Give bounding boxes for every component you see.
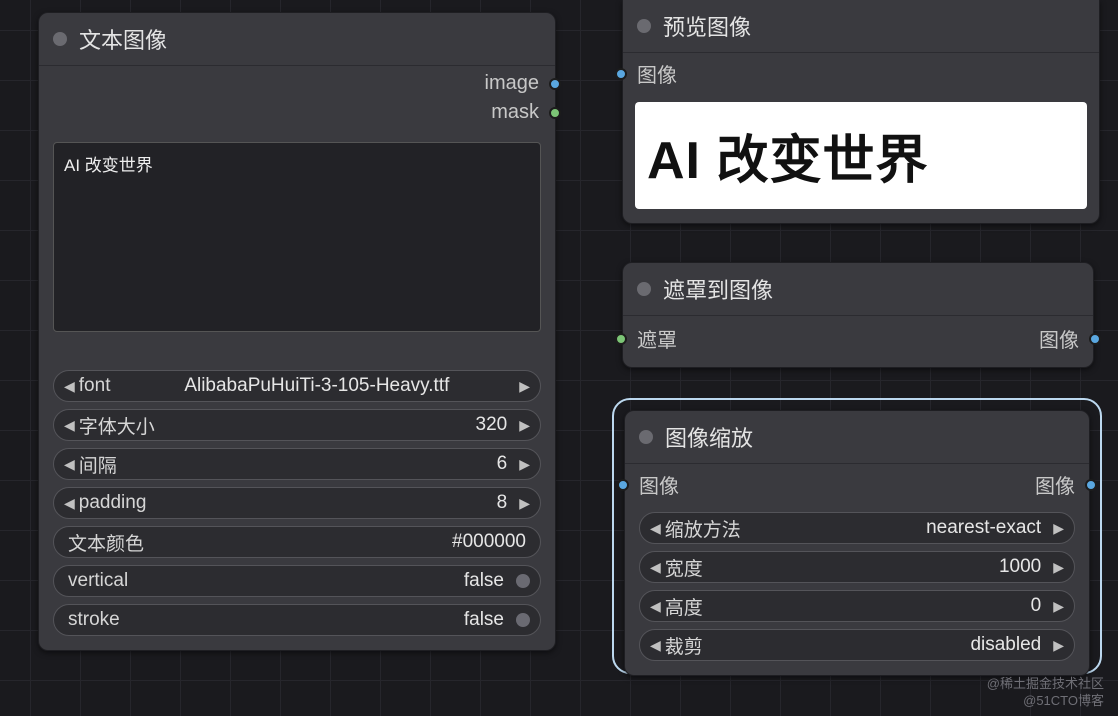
chevron-right-icon[interactable]: ▶ (519, 378, 530, 395)
chevron-left-icon[interactable]: ◀ (650, 598, 661, 615)
widget-value: false (464, 609, 504, 631)
chevron-right-icon[interactable]: ▶ (519, 495, 530, 512)
preview-rendered-image: AI 改变世界 (635, 102, 1087, 209)
widget-scale-method[interactable]: ◀ 缩放方法 nearest-exact ▶ (639, 512, 1075, 544)
output-ports: image mask (39, 66, 555, 134)
chevron-right-icon[interactable]: ▶ (1053, 637, 1064, 654)
toggle-icon[interactable] (516, 574, 530, 588)
chevron-left-icon[interactable]: ◀ (64, 495, 75, 512)
port-image-out[interactable] (1085, 479, 1097, 491)
chevron-left-icon[interactable]: ◀ (64, 417, 75, 434)
widget-label: 裁剪 (665, 632, 703, 659)
widget-stroke[interactable]: stroke false (53, 604, 541, 636)
node-header[interactable]: 图像缩放 (625, 411, 1089, 464)
widget-label: 缩放方法 (665, 515, 741, 542)
widget-label: stroke (68, 609, 120, 631)
widget-label: font (79, 375, 111, 397)
widget-value: 1000 (999, 556, 1041, 578)
port-image-in[interactable] (615, 68, 627, 80)
widget-crop[interactable]: ◀ 裁剪 disabled ▶ (639, 629, 1075, 661)
collapse-dot-icon[interactable] (639, 430, 653, 444)
node-text-image[interactable]: 文本图像 image mask ◀ font AlibabaPuHuiTi-3-… (38, 12, 556, 651)
widget-text-color[interactable]: 文本颜色 #000000 (53, 526, 541, 558)
widget-vertical[interactable]: vertical false (53, 565, 541, 597)
widget-font-size[interactable]: ◀ 字体大小 320 ▶ (53, 409, 541, 441)
watermark: @稀土掘金技术社区 @51CTO博客 (987, 676, 1104, 710)
widget-label: 字体大小 (79, 412, 155, 439)
widget-label: vertical (68, 570, 128, 592)
widget-value: 8 (497, 492, 508, 514)
widget-label: padding (79, 492, 147, 514)
widget-height[interactable]: ◀ 高度 0 ▶ (639, 590, 1075, 622)
chevron-right-icon[interactable]: ▶ (519, 456, 530, 473)
collapse-dot-icon[interactable] (53, 32, 67, 46)
node-title: 预览图像 (663, 10, 751, 42)
chevron-right-icon[interactable]: ▶ (1053, 598, 1064, 615)
node-header[interactable]: 遮罩到图像 (623, 263, 1093, 316)
port-mask-in[interactable] (615, 333, 627, 345)
widget-value: 6 (497, 453, 508, 475)
widget-value: disabled (970, 634, 1041, 656)
widget-padding[interactable]: ◀ padding 8 ▶ (53, 487, 541, 519)
widget-value: #000000 (452, 531, 526, 553)
node-title: 遮罩到图像 (663, 273, 773, 305)
node-title: 图像缩放 (665, 421, 753, 453)
widget-value: false (464, 570, 504, 592)
collapse-dot-icon[interactable] (637, 282, 651, 296)
widget-gap[interactable]: ◀ 间隔 6 ▶ (53, 448, 541, 480)
widget-value: nearest-exact (926, 517, 1041, 539)
port-image-out[interactable] (549, 78, 561, 90)
input-label: 图像 (639, 470, 679, 499)
chevron-left-icon[interactable]: ◀ (650, 559, 661, 576)
node-image-scale[interactable]: 图像缩放 图像 图像 ◀ 缩放方法 nearest-exact ▶ ◀ 宽度 1… (624, 410, 1090, 676)
node-header[interactable]: 预览图像 (623, 0, 1099, 53)
widget-width[interactable]: ◀ 宽度 1000 ▶ (639, 551, 1075, 583)
node-preview-image[interactable]: 预览图像 图像 AI 改变世界 (622, 0, 1100, 224)
output-label-mask: mask (491, 101, 539, 124)
widget-label: 文本颜色 (68, 529, 144, 556)
output-label-image: image (485, 72, 539, 95)
port-image-out[interactable] (1089, 333, 1101, 345)
chevron-right-icon[interactable]: ▶ (519, 417, 530, 434)
port-image-in[interactable] (617, 479, 629, 491)
widget-value: 320 (476, 414, 508, 436)
node-body: ◀ font AlibabaPuHuiTi-3-105-Heavy.ttf ▶ … (39, 134, 555, 650)
chevron-left-icon[interactable]: ◀ (650, 520, 661, 537)
chevron-right-icon[interactable]: ▶ (1053, 520, 1064, 537)
widget-font[interactable]: ◀ font AlibabaPuHuiTi-3-105-Heavy.ttf ▶ (53, 370, 541, 402)
chevron-left-icon[interactable]: ◀ (64, 456, 75, 473)
widget-label: 间隔 (79, 451, 117, 478)
chevron-left-icon[interactable]: ◀ (64, 378, 75, 395)
input-label: 遮罩 (637, 324, 677, 353)
input-label: 图像 (637, 59, 677, 88)
node-mask-to-image[interactable]: 遮罩到图像 遮罩 图像 (622, 262, 1094, 368)
chevron-left-icon[interactable]: ◀ (650, 637, 661, 654)
widget-value: AlibabaPuHuiTi-3-105-Heavy.ttf (184, 375, 449, 397)
toggle-icon[interactable] (516, 613, 530, 627)
widget-value: 0 (1031, 595, 1042, 617)
output-label: 图像 (1035, 470, 1075, 499)
chevron-right-icon[interactable]: ▶ (1053, 559, 1064, 576)
node-header[interactable]: 文本图像 (39, 13, 555, 66)
collapse-dot-icon[interactable] (637, 19, 651, 33)
port-mask-out[interactable] (549, 107, 561, 119)
widget-label: 高度 (665, 593, 703, 620)
widget-label: 宽度 (665, 554, 703, 581)
text-input[interactable] (53, 142, 541, 332)
output-label: 图像 (1039, 324, 1079, 353)
node-title: 文本图像 (79, 23, 167, 55)
